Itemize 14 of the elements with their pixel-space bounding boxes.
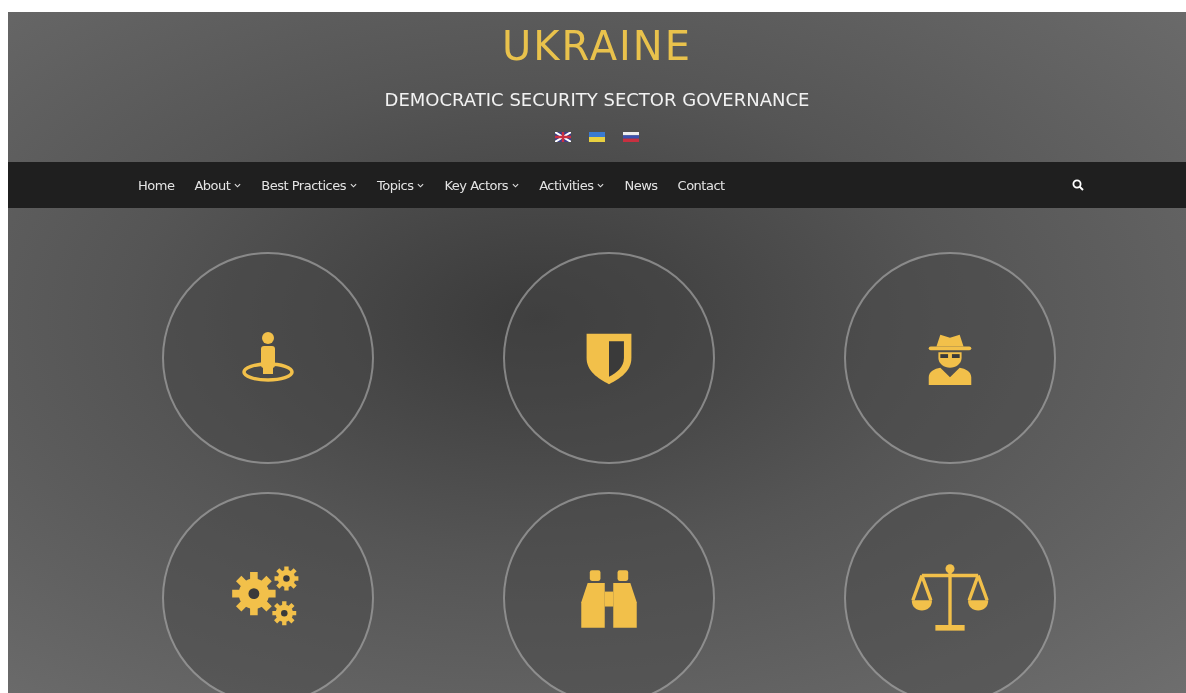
site-title: UKRAINE bbox=[501, 22, 692, 70]
nav-link[interactable]: Activities bbox=[531, 171, 613, 199]
site-subtitle: DEMOCRATIC SECURITY SECTOR GOVERNANCE bbox=[384, 88, 810, 112]
flag-icon[interactable] bbox=[623, 132, 639, 142]
nav-link[interactable]: Best Practices bbox=[253, 171, 365, 199]
nav-link[interactable]: Home bbox=[130, 171, 183, 199]
nav-link[interactable]: Key Actors bbox=[436, 171, 528, 199]
search-icon[interactable] bbox=[1072, 179, 1084, 191]
scales-icon bbox=[910, 562, 990, 634]
nav-link[interactable]: Contact bbox=[669, 171, 733, 199]
nav-link[interactable]: News bbox=[616, 171, 666, 199]
nav-link[interactable]: About bbox=[186, 171, 250, 199]
nav-link[interactable]: Topics bbox=[368, 171, 433, 199]
flag-icon[interactable] bbox=[555, 132, 571, 142]
